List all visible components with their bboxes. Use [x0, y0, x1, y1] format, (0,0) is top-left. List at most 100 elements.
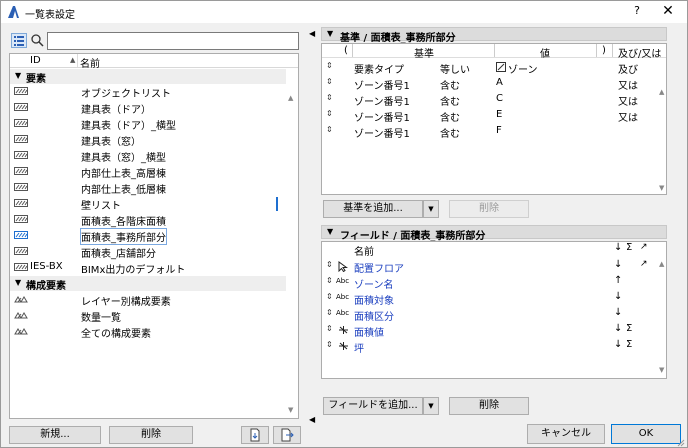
new-schedule-button[interactable]: 新規... [9, 426, 101, 444]
header-value: 値 [540, 49, 550, 60]
scroll-down-icon[interactable]: ▼ [659, 366, 664, 374]
list-item[interactable]: 全ての構成要素 [10, 324, 286, 340]
list-item[interactable]: IES-BX BIMx出力のデフォルト [10, 260, 286, 276]
field-row[interactable]: ⇕ Abc 面積区分 ↓ [322, 306, 666, 323]
group-elements[interactable]: ▼ 要素 [10, 69, 286, 85]
item-label: レイヤー別構成要素 [81, 297, 171, 308]
list-item[interactable]: オブジェクトリスト [10, 84, 286, 100]
list-item[interactable]: 内部仕上表_高層棟 [10, 164, 286, 180]
collapse-triangle-icon[interactable]: ▼ [327, 227, 333, 236]
import-button[interactable] [241, 426, 269, 444]
tree-scrollbar[interactable]: ▲ ▼ [286, 68, 298, 418]
add-field-button[interactable]: フィールドを追加... [323, 397, 423, 415]
selection-marker [276, 197, 278, 211]
list-view-icon[interactable] [11, 33, 27, 48]
drag-handle-icon[interactable]: ⇕ [326, 276, 333, 285]
scroll-up-icon[interactable]: ▲ [659, 88, 664, 96]
list-item[interactable]: 建具表（窓）_横型 [10, 148, 286, 164]
drag-handle-icon[interactable]: ⇕ [326, 260, 333, 269]
list-item[interactable]: レイヤー別構成要素 [10, 292, 286, 308]
archicad-app-icon [8, 6, 19, 18]
add-field-dropdown[interactable]: ▼ [423, 397, 439, 415]
list-item[interactable]: 建具表（ドア） [10, 100, 286, 116]
header-close-paren: ) [602, 45, 606, 56]
collapse-left-icon-bottom[interactable]: ◀ [309, 415, 315, 424]
list-item[interactable]: 面積表_各階床面積 [10, 212, 286, 228]
drag-handle-icon[interactable]: ⇕ [326, 125, 333, 134]
delete-criterion-button[interactable]: 削除 [449, 200, 529, 218]
pin-icon[interactable]: ↗ [640, 259, 648, 269]
collapse-left-icon[interactable]: ◀ [309, 29, 315, 38]
drag-handle-icon[interactable]: ⇕ [326, 324, 333, 333]
component-icon [14, 312, 28, 319]
header-and-or: 及び/又は [618, 49, 662, 60]
field-row[interactable]: ⇕ 配置フロア ↓ ↗ [322, 258, 666, 275]
help-button[interactable]: ? [629, 4, 645, 20]
fields-section-header[interactable]: ▼ フィールド / 面積表_事務所部分 [321, 225, 667, 242]
schedule-element-icon [14, 135, 28, 143]
group-components[interactable]: ▼ 構成要素 [10, 276, 286, 292]
list-item[interactable]: 建具表（窓） [10, 132, 286, 148]
export-icon [281, 428, 294, 442]
schedule-element-icon [14, 215, 28, 223]
schedule-element-icon [14, 247, 28, 255]
cancel-button[interactable]: キャンセル [527, 424, 605, 444]
scroll-up-icon[interactable]: ▲ [659, 260, 664, 268]
scroll-down-icon[interactable]: ▼ [659, 184, 664, 192]
column-divider [77, 54, 78, 67]
add-criterion-button[interactable]: 基準を追加... [323, 200, 423, 218]
ok-button[interactable]: OK [611, 424, 681, 444]
export-button[interactable] [273, 426, 301, 444]
drag-handle-icon[interactable]: ⇕ [326, 109, 333, 118]
group-label: 構成要素 [26, 281, 66, 292]
schedule-element-icon [14, 231, 28, 239]
criteria-row[interactable]: ⇕ ゾーン番号1 含む C 又は [322, 91, 666, 108]
item-label: 数量一覧 [81, 313, 121, 324]
list-item[interactable]: 面積表_店舗部分 [10, 244, 286, 260]
list-item[interactable]: 数量一覧 [10, 308, 286, 324]
scroll-down-icon[interactable]: ▼ [288, 406, 293, 414]
scroll-up-icon[interactable]: ▲ [288, 94, 293, 102]
collapse-triangle-icon[interactable]: ▼ [15, 71, 21, 80]
cursor-icon [338, 261, 348, 272]
add-criterion-dropdown[interactable]: ▼ [423, 200, 439, 218]
resize-grip-icon[interactable] [677, 439, 685, 447]
criteria-row[interactable]: ⇕ ゾーン番号1 含む F [322, 123, 666, 140]
list-item[interactable]: 内部仕上表_低層棟 [10, 180, 286, 196]
id-column-header[interactable]: ID [30, 55, 41, 66]
field-row[interactable]: ⇕ Abc ゾーン名 ↑ [322, 274, 666, 291]
close-icon[interactable]: ✕ [659, 3, 677, 21]
collapse-triangle-icon[interactable]: ▼ [327, 29, 333, 38]
criteria-row[interactable]: ⇕ 要素タイプ 等しい ゾーン 及び [322, 59, 666, 76]
search-input[interactable] [47, 32, 299, 50]
criteria-section-header[interactable]: ▼ 基準 / 面積表_事務所部分 [321, 27, 667, 44]
drag-handle-icon[interactable]: ⇕ [326, 93, 333, 102]
chevron-down-icon: ▼ [428, 402, 434, 410]
pin-icon: ↗ [640, 242, 648, 252]
field-row[interactable]: ⇕ Abc 面積対象 ↓ [322, 290, 666, 307]
item-label: 建具表（ドア） [81, 105, 151, 116]
fields-table: 名前 ↓ Σ ↗ ⇕ 配置フロア ↓ ↗ ⇕ Abc ゾーン名 ↑ ⇕ Abc [321, 241, 667, 379]
item-id: IES-BX [30, 261, 63, 272]
collapse-triangle-icon[interactable]: ▼ [15, 278, 21, 287]
field-row[interactable]: ⇕ 坪 ↓ Σ [322, 338, 666, 355]
delete-schedule-button[interactable]: 削除 [109, 426, 193, 444]
text-field-icon: Abc [336, 309, 350, 317]
item-label: 内部仕上表_低層棟 [81, 185, 166, 196]
component-icon [14, 296, 28, 303]
delete-field-button[interactable]: 削除 [449, 397, 529, 415]
list-item-selected[interactable]: 面積表_事務所部分 [10, 228, 286, 245]
name-column-header[interactable]: 名前 [80, 55, 100, 70]
list-item[interactable]: 壁リスト [10, 196, 286, 212]
criteria-row[interactable]: ⇕ ゾーン番号1 含む A 又は [322, 75, 666, 92]
list-item[interactable]: 建具表（ドア）_横型 [10, 116, 286, 132]
drag-handle-icon[interactable]: ⇕ [326, 292, 333, 301]
drag-handle-icon[interactable]: ⇕ [326, 340, 333, 349]
drag-handle-icon[interactable]: ⇕ [326, 308, 333, 317]
drag-handle-icon[interactable]: ⇕ [326, 61, 333, 70]
field-row[interactable]: ⇕ 面積値 ↓ Σ [322, 322, 666, 339]
text-field-icon: Abc [336, 277, 350, 285]
criteria-row[interactable]: ⇕ ゾーン番号1 含む E 又は [322, 107, 666, 124]
drag-handle-icon[interactable]: ⇕ [326, 77, 333, 86]
schedule-element-icon [14, 263, 28, 271]
